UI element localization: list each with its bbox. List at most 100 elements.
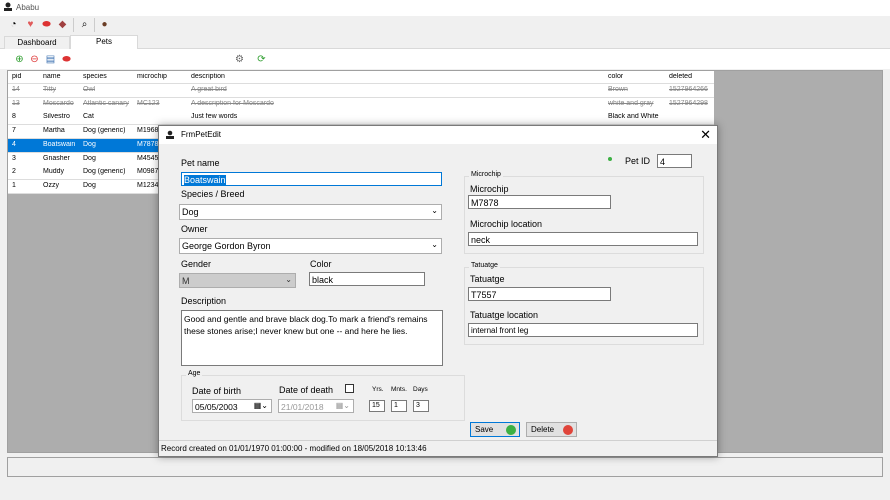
close-icon[interactable]: ✕	[700, 127, 711, 143]
delete-button[interactable]: Delete	[526, 422, 577, 437]
pet-edit-dialog: FrmPetEdit ✕ Pet name Boatswain Species …	[158, 125, 718, 457]
table-row[interactable]: 8 Silvestro Cat Just few words Black and Whi…	[8, 111, 714, 126]
table-cell-deleted: 1527964298	[669, 99, 708, 107]
delete-label: Delete	[531, 425, 555, 434]
pet-id-field[interactable]: 4	[657, 154, 692, 168]
species-label: Species / Breed	[181, 189, 245, 199]
color-field[interactable]: black	[309, 272, 425, 286]
gear-icon[interactable]: ⚙	[232, 52, 247, 67]
calendar-icon: ▦⌄	[253, 401, 268, 410]
column-header[interactable]: deleted	[669, 73, 692, 80]
owner-select[interactable]: George Gordon Byron ⌄	[179, 238, 442, 254]
microchip-field[interactable]: M7878	[468, 195, 611, 209]
gender-select[interactable]: M ⌄	[179, 273, 296, 288]
pet-name-label: Pet name	[181, 158, 220, 168]
table-cell-species: Dog	[83, 154, 96, 162]
table-row[interactable]: 13 Moscardo Atlantic canary MC123 A descript…	[8, 97, 714, 112]
gender-label: Gender	[181, 259, 212, 269]
column-header[interactable]: description	[191, 73, 225, 80]
table-row[interactable]: 14 Titty Owl A great bird Brown 1527964266	[8, 84, 714, 98]
table-cell-color: white and gray	[608, 99, 654, 107]
dob-picker[interactable]: 05/05/2003 ▦⌄	[192, 399, 272, 413]
color-label: Color	[310, 259, 332, 269]
table-cell-name: Boatswain	[43, 140, 76, 148]
tatuatge-group: Tatuatge Tatuatge T7557 Tatuatge locatio…	[464, 262, 704, 345]
table-cell-pid: 2	[12, 168, 16, 176]
table-cell-pid: 4	[12, 140, 16, 148]
table-cell-description: A description for Moscardo	[191, 99, 274, 107]
status-dot-icon	[608, 157, 612, 161]
table-cell-pid: 7	[12, 127, 16, 135]
age-group: Age Date of birth 05/05/2003 ▦⌄ Date of d…	[181, 370, 465, 421]
tatuatge-group-title: Tatuatge	[469, 262, 500, 269]
table-cell-species: Dog (generic)	[83, 127, 126, 135]
table-cell-name: Silvestro	[43, 113, 70, 121]
table-cell-species: Dog	[83, 181, 96, 189]
dob-label: Date of birth	[192, 386, 242, 396]
column-header[interactable]: species	[83, 73, 107, 80]
column-header[interactable]: color	[608, 73, 623, 80]
pill-icon[interactable]: ⬬	[39, 17, 54, 32]
window-title: Ababu	[16, 3, 40, 12]
grid-header: pid name species microchip description c…	[8, 71, 714, 84]
days-label: Days	[413, 386, 428, 393]
user-icon[interactable]: ●	[97, 17, 112, 32]
tatuatge-field[interactable]: T7557	[468, 287, 611, 301]
add-icon[interactable]: ⊕	[12, 52, 27, 67]
pet-name-value: Boatswain	[184, 175, 226, 185]
table-cell-color: Brown	[608, 86, 628, 93]
microchip-location-label: Microchip location	[470, 219, 543, 229]
chevron-down-icon: ⌄	[285, 275, 292, 284]
dialog-divider	[159, 440, 717, 441]
table-cell-pid: 3	[12, 154, 16, 162]
remove-icon[interactable]: ⊖	[27, 52, 42, 67]
column-header[interactable]: pid	[12, 73, 21, 80]
save-label: Save	[475, 425, 494, 434]
dod-label: Date of death	[279, 385, 334, 395]
table-cell-microchip: M4545	[137, 154, 159, 162]
gender-value: M	[182, 276, 190, 286]
tab-pets[interactable]: Pets	[70, 35, 138, 50]
column-header[interactable]: microchip	[137, 73, 167, 80]
tab-dashboard[interactable]: Dashboard	[4, 36, 70, 49]
mnts-label: Mnts.	[391, 386, 407, 393]
description-field[interactable]: Good and gentle and brave black dog.To m…	[181, 310, 443, 366]
table-cell-microchip: M1968	[137, 127, 159, 135]
tatuatge-location-field[interactable]: internal front leg	[468, 323, 698, 337]
calendar-icon: ▦⌄	[335, 401, 350, 410]
species-select[interactable]: Dog ⌄	[179, 204, 442, 220]
days-field[interactable]: 3	[413, 400, 429, 412]
search-icon[interactable]: ⌕	[77, 17, 92, 32]
toolbar-separator	[94, 18, 95, 32]
clock-icon[interactable]: ◔	[6, 17, 21, 32]
mnts-field[interactable]: 1	[391, 400, 407, 412]
edit-icon[interactable]: ▤	[43, 52, 58, 67]
tag-icon[interactable]: ◆	[55, 17, 70, 32]
owner-value: George Gordon Byron	[182, 241, 271, 251]
table-cell-species: Owl	[83, 86, 96, 93]
table-cell-name: Moscardo	[43, 99, 74, 107]
table-cell-description: A great bird	[191, 86, 227, 93]
table-cell-name: Ozzy	[43, 181, 59, 189]
table-cell-pid: 13	[12, 99, 20, 107]
heart-icon[interactable]: ♥	[23, 17, 38, 32]
refresh-icon[interactable]: ⟳	[254, 52, 269, 67]
check-icon	[506, 425, 516, 435]
dod-picker[interactable]: 21/01/2018 ▦⌄	[278, 399, 354, 413]
dod-checkbox[interactable]	[345, 384, 354, 393]
record-status: Record created on 01/01/1970 01:00:00 - …	[161, 444, 427, 453]
table-cell-pid: 14	[12, 86, 20, 93]
table-cell-species: Atlantic canary	[83, 99, 129, 107]
pet-name-field[interactable]: Boatswain	[181, 172, 442, 186]
microchip-location-field[interactable]: neck	[468, 232, 698, 246]
dialog-titlebar: FrmPetEdit ✕	[159, 126, 717, 144]
column-header[interactable]: name	[43, 73, 61, 80]
dob-value: 05/05/2003	[195, 402, 238, 412]
microchip-group-title: Microchip	[469, 171, 503, 178]
yrs-field[interactable]: 15	[369, 400, 385, 412]
pill-icon[interactable]: ⬬	[59, 52, 74, 67]
table-cell-color: Black and White	[608, 113, 659, 121]
save-button[interactable]: Save	[470, 422, 520, 437]
app-logo-icon	[166, 130, 174, 139]
tatuatge-location-label: Tatuatge location	[470, 310, 539, 320]
